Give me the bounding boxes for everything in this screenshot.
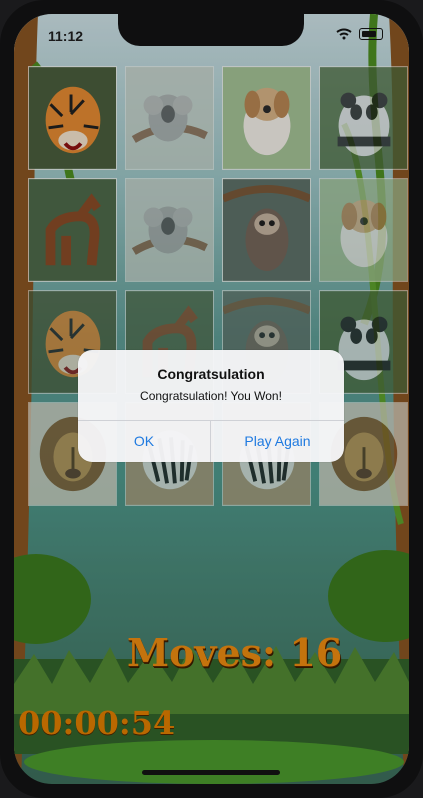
congratulation-dialog: Congratsulation Congratsulation! You Won… [78,350,344,462]
status-time: 11:12 [48,28,84,44]
play-again-button[interactable]: Play Again [211,420,344,462]
wifi-icon [336,28,352,40]
game-screen: 11:12 Moves: 16 00:00:54 Congratsulation… [14,14,409,784]
dialog-title: Congratsulation [157,366,265,382]
battery-icon [359,28,383,40]
home-indicator [142,770,280,775]
ok-button[interactable]: OK [78,420,210,462]
notch [118,14,304,46]
dialog-message: Congratsulation! You Won! [140,389,282,403]
status-icons [336,28,383,40]
phone-frame: 11:12 Moves: 16 00:00:54 Congratsulation… [0,0,423,798]
